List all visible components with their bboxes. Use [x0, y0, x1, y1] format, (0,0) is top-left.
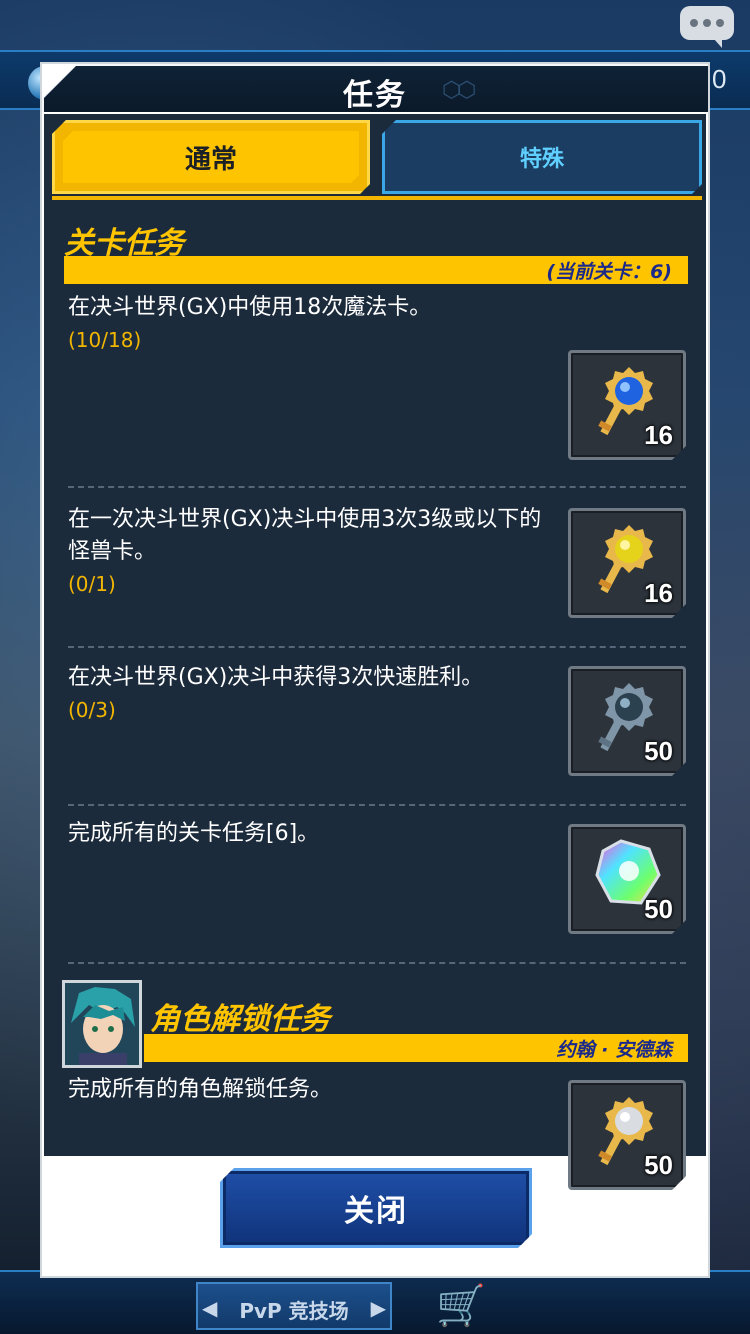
dashed-divider: [68, 804, 686, 806]
reward-slot[interactable]: 50: [568, 666, 686, 776]
mission-text: 完成所有的角色解锁任务。: [68, 1077, 333, 1102]
dashed-divider: [68, 486, 686, 488]
reward-slot[interactable]: 16: [568, 350, 686, 460]
reward-count: 16: [644, 420, 673, 450]
reward-count: 16: [644, 578, 673, 608]
mission-item: 在决斗世界(GX)中使用18次魔法卡。 (10/18): [68, 292, 668, 352]
character-mission-bar: 约翰 · 安德森: [144, 1034, 688, 1062]
arrow-right-icon: ▶: [370, 1296, 386, 1320]
mission-dialog: ⬡⬡ 任务 通常 特殊 关卡任务 (当前关卡：6) 在决斗世界(GX)中使用18…: [40, 62, 710, 1278]
dialog-title: 任务: [343, 78, 407, 113]
current-stage-label: (当前关卡：6): [546, 260, 672, 283]
chat-icon[interactable]: [680, 6, 734, 48]
mission-text: 在一次决斗世界(GX)决斗中使用3次3级或以下的怪兽卡。: [68, 507, 542, 564]
mission-panel: 通常 特殊 关卡任务 (当前关卡：6) 在决斗世界(GX)中使用18次魔法卡。 …: [44, 114, 706, 1156]
mission-text: 完成所有的关卡任务[6]。: [68, 821, 320, 846]
reward-count: 50: [644, 736, 673, 766]
dashed-divider: [68, 646, 686, 648]
dashed-divider: [68, 962, 686, 964]
mission-text: 在决斗世界(GX)决斗中获得3次快速胜利。: [68, 665, 484, 690]
tab-normal-label: 通常: [184, 144, 237, 175]
shop-cart-icon[interactable]: 🛒: [436, 1282, 486, 1329]
dialog-header: ⬡⬡ 任务: [42, 64, 708, 112]
tab-normal[interactable]: 通常: [52, 120, 370, 194]
reward-count: 50: [644, 894, 673, 924]
close-button[interactable]: 关闭: [220, 1168, 532, 1248]
reward-slot[interactable]: 50: [568, 1080, 686, 1190]
mission-text: 在决斗世界(GX)中使用18次魔法卡。: [68, 295, 432, 320]
tab-special-label: 特殊: [519, 147, 564, 172]
pvp-arena-button[interactable]: ◀ PvP 竞技场 ▶: [196, 1282, 392, 1330]
character-portrait-icon: [65, 983, 139, 1065]
tab-underline: [52, 196, 702, 200]
character-mission-title: 角色解锁任务: [150, 1002, 330, 1037]
close-button-label: 关闭: [344, 1194, 408, 1229]
reward-slot[interactable]: 50: [568, 824, 686, 934]
arrow-left-icon: ◀: [202, 1296, 218, 1320]
stage-mission-bar: (当前关卡：6): [64, 256, 688, 284]
pvp-arena-label: PvP 竞技场: [239, 1299, 349, 1323]
mission-progress: (10/18): [68, 328, 142, 352]
tab-special[interactable]: 特殊: [382, 120, 702, 194]
reward-count: 50: [644, 1150, 673, 1180]
character-avatar: [62, 980, 142, 1068]
top-right-counter: 0: [712, 64, 727, 94]
character-name-label: 约翰 · 安德森: [556, 1038, 672, 1061]
reward-slot[interactable]: 16: [568, 508, 686, 618]
